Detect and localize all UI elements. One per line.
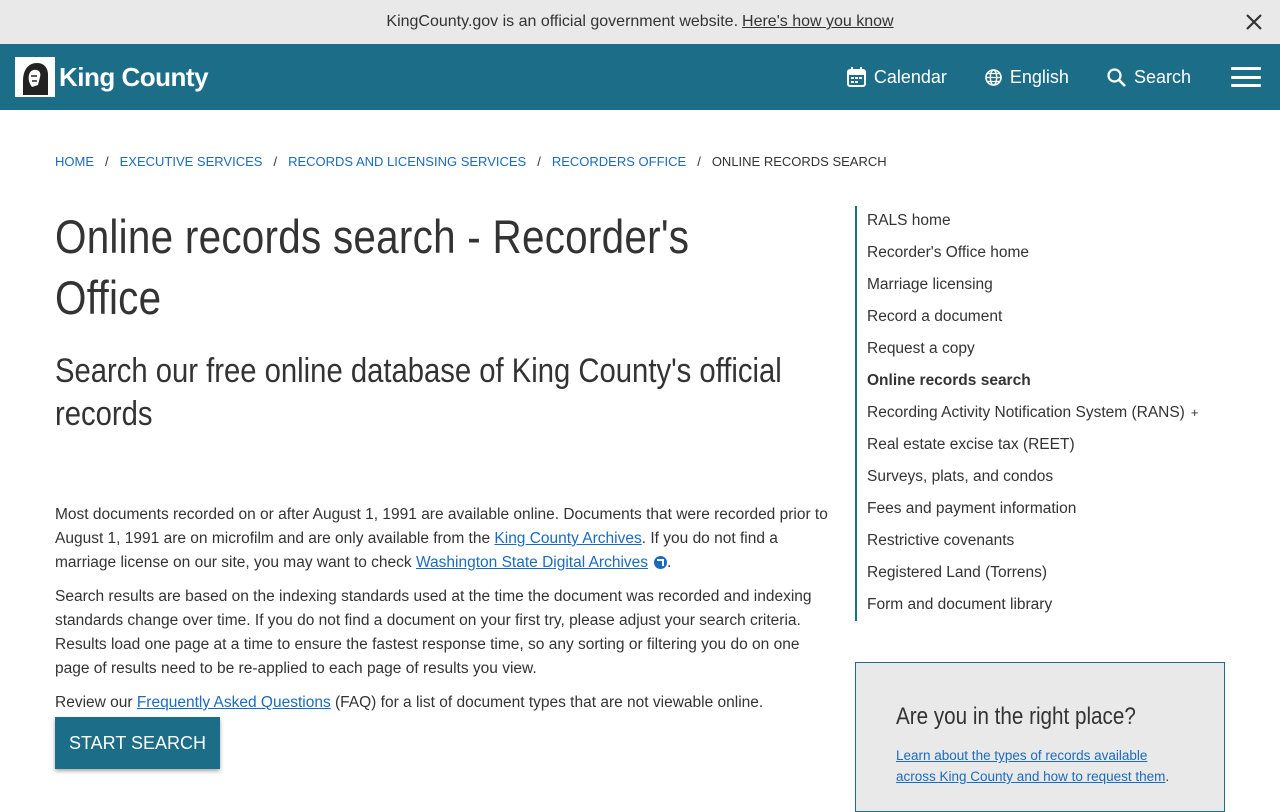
side-nav-request-a-copy[interactable]: Request a copy — [867, 333, 1215, 365]
side-nav-marriage-licensing[interactable]: Marriage licensing — [867, 269, 1215, 301]
washington-digital-archives-link[interactable]: Washington State Digital Archives — [416, 554, 648, 571]
body-copy: Most documents recorded on or after Augu… — [55, 503, 830, 715]
header-nav: Calendar English Search — [846, 44, 1280, 110]
breadcrumb-separator: / — [273, 154, 278, 169]
side-nav-fees-payment[interactable]: Fees and payment information — [867, 493, 1215, 525]
callout-title: Are you in the right place? — [896, 703, 1136, 730]
gov-banner-link[interactable]: Here's how you know — [742, 13, 894, 31]
king-county-logo[interactable]: King County — [15, 57, 209, 97]
side-nav-online-records-search[interactable]: Online records search — [867, 365, 1215, 397]
king-county-archives-link[interactable]: King County Archives — [494, 530, 641, 547]
intro-text: . — [667, 554, 672, 571]
external-link-icon — [654, 556, 668, 569]
breadcrumb-recorders-office[interactable]: RECORDERS OFFICE — [552, 154, 686, 169]
breadcrumb: HOME / EXECUTIVE SERVICES / RECORDS AND … — [55, 154, 887, 169]
faq-link[interactable]: Frequently Asked Questions — [137, 694, 331, 711]
logo-text: King County — [59, 61, 209, 92]
site-header: King County Calendar English Search — [0, 44, 1280, 110]
breadcrumb-records-licensing[interactable]: RECORDS AND LICENSING SERVICES — [288, 154, 526, 169]
expand-plus-icon[interactable]: + — [1191, 405, 1199, 420]
page-subtitle: Search our free online database of King … — [55, 352, 782, 433]
side-nav-rans-label: Recording Activity Notification System (… — [867, 404, 1185, 421]
right-place-callout: Are you in the right place? Learn about … — [855, 662, 1225, 812]
menu-icon[interactable] — [1231, 67, 1261, 87]
side-nav-rans[interactable]: Recording Activity Notification System (… — [867, 397, 1215, 429]
side-nav: RALS home Recorder's Office home Marriag… — [855, 206, 1215, 621]
calendar-link[interactable]: Calendar — [846, 66, 947, 88]
search-link[interactable]: Search — [1107, 67, 1191, 88]
gov-banner-text: KingCounty.gov is an official government… — [386, 13, 739, 30]
breadcrumb-current: ONLINE RECORDS SEARCH — [711, 154, 887, 169]
gov-banner: KingCounty.gov is an official government… — [0, 0, 1280, 44]
side-nav-reet[interactable]: Real estate excise tax (REET) — [867, 429, 1215, 461]
callout-text: Learn about the types of records availab… — [896, 745, 1184, 787]
records-types-link[interactable]: Learn about the types of records availab… — [896, 748, 1165, 784]
side-nav-record-a-document[interactable]: Record a document — [867, 301, 1215, 333]
start-search-button[interactable]: START SEARCH — [55, 717, 220, 769]
side-nav-restrictive-covenants[interactable]: Restrictive covenants — [867, 525, 1215, 557]
calendar-label: Calendar — [873, 66, 947, 87]
language-selector[interactable]: English — [985, 67, 1069, 88]
faq-text: Review our — [55, 694, 137, 711]
main-content: Online records search - Recorder's Offic… — [55, 206, 830, 769]
side-nav-recorders-office-home[interactable]: Recorder's Office home — [867, 237, 1215, 269]
side-nav-rals-home[interactable]: RALS home — [867, 205, 1215, 237]
breadcrumb-separator: / — [537, 154, 541, 169]
globe-icon — [985, 68, 1002, 86]
intro-paragraph: Most documents recorded on or after Augu… — [55, 503, 830, 575]
side-nav-surveys-plats-condos[interactable]: Surveys, plats, and condos — [867, 461, 1215, 493]
mlk-logo-icon — [15, 57, 55, 97]
breadcrumb-home[interactable]: HOME — [55, 154, 94, 169]
indexing-paragraph: Search results are based on the indexing… — [55, 588, 812, 677]
faq-text: (FAQ) for a list of document types that … — [330, 694, 764, 711]
callout-tail: . — [1165, 769, 1170, 784]
breadcrumb-separator: / — [105, 154, 109, 169]
faq-paragraph: Review our Frequently Asked Questions (F… — [55, 691, 830, 715]
breadcrumb-executive-services[interactable]: EXECUTIVE SERVICES — [120, 154, 263, 169]
close-icon[interactable] — [1242, 10, 1266, 34]
calendar-icon — [846, 67, 866, 87]
language-label: English — [1009, 66, 1069, 87]
side-nav-registered-land[interactable]: Registered Land (Torrens) — [867, 557, 1215, 589]
breadcrumb-separator: / — [697, 154, 701, 169]
side-nav-form-library[interactable]: Form and document library — [867, 589, 1215, 621]
search-icon — [1107, 67, 1126, 87]
page-title: Online records search - Recorder's Offic… — [55, 210, 690, 324]
search-label: Search — [1133, 66, 1191, 87]
